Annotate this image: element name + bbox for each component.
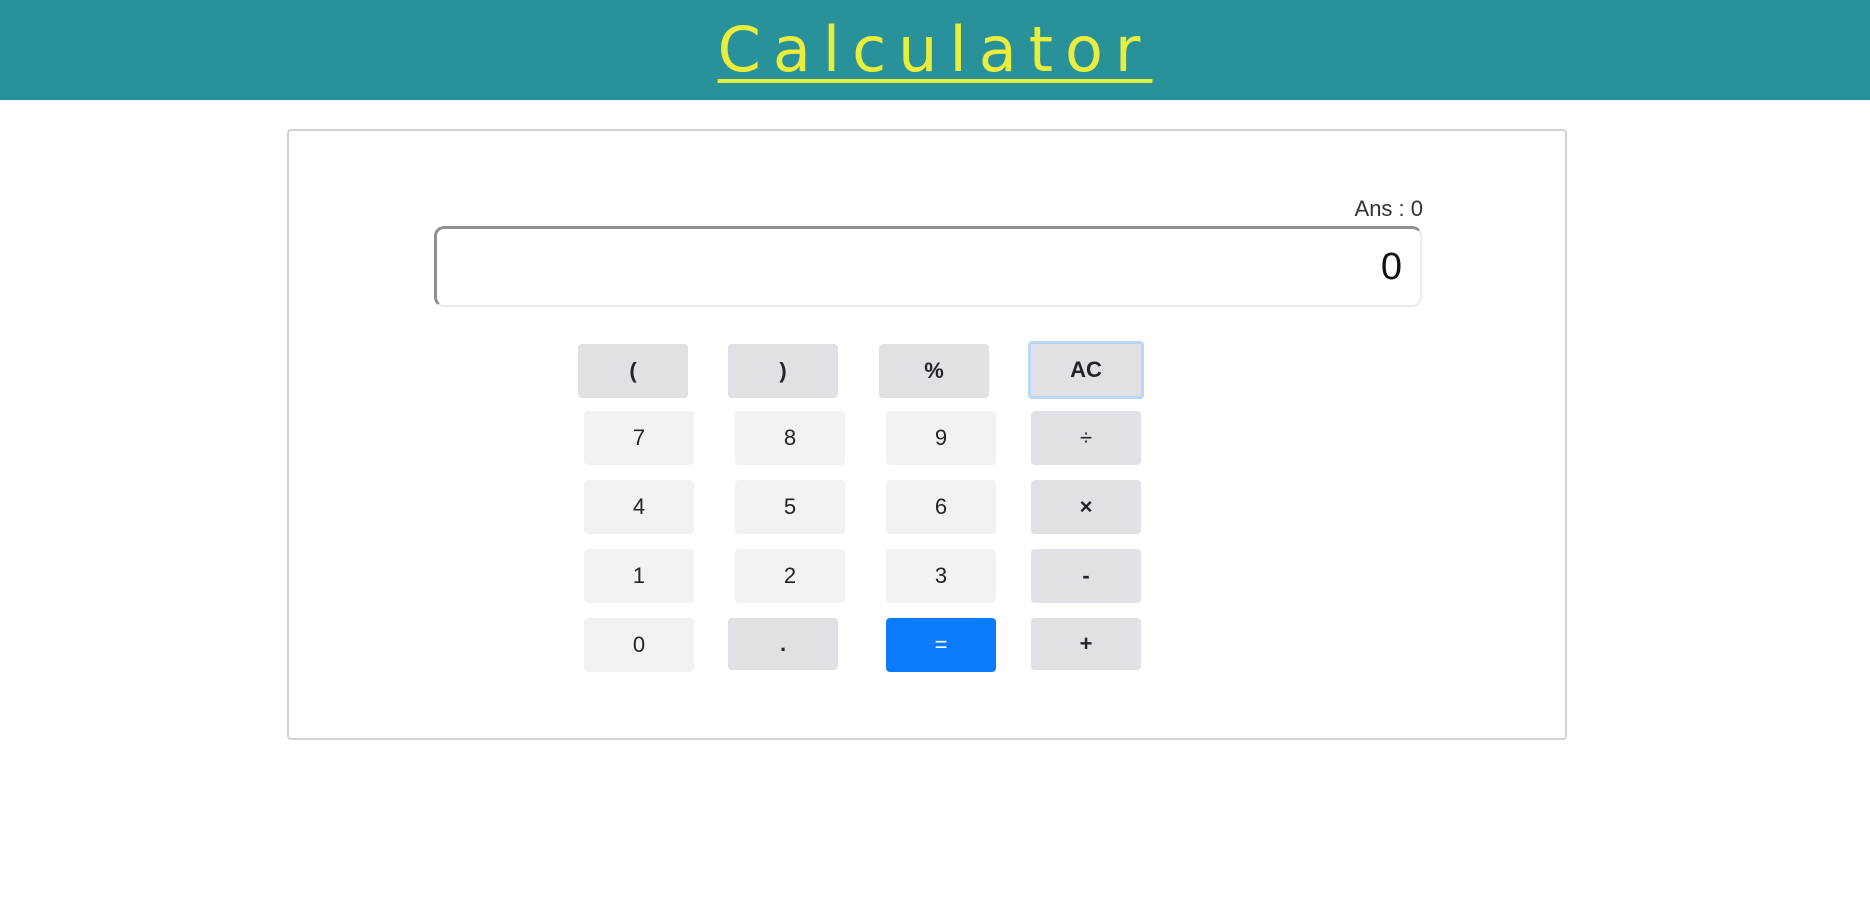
open-paren-button[interactable]: ( (578, 344, 688, 398)
multiply-button[interactable]: × (1031, 480, 1141, 534)
decimal-button[interactable]: . (728, 618, 838, 670)
calculator-display: 0 (434, 226, 1422, 307)
key-3-button[interactable]: 3 (886, 549, 996, 603)
key-4-button[interactable]: 4 (584, 480, 694, 534)
clear-button[interactable]: AC (1028, 341, 1144, 399)
page-title: Calculator (717, 12, 1153, 86)
key-9-button[interactable]: 9 (886, 411, 996, 465)
key-5-button[interactable]: 5 (735, 480, 845, 534)
divide-button[interactable]: ÷ (1031, 411, 1141, 465)
app-header: Calculator (0, 0, 1870, 100)
equals-button[interactable]: = (886, 618, 996, 672)
key-6-button[interactable]: 6 (886, 480, 996, 534)
key-7-button[interactable]: 7 (584, 411, 694, 465)
key-0-button[interactable]: 0 (584, 618, 694, 672)
ans-readout: Ans : 0 (1354, 196, 1423, 221)
percent-button[interactable]: % (879, 344, 989, 398)
display-value: 0 (1380, 245, 1402, 288)
key-8-button[interactable]: 8 (735, 411, 845, 465)
minus-button[interactable]: - (1031, 549, 1141, 603)
key-2-button[interactable]: 2 (735, 549, 845, 603)
close-paren-button[interactable]: ) (728, 344, 838, 398)
plus-button[interactable]: + (1031, 618, 1141, 670)
key-1-button[interactable]: 1 (584, 549, 694, 603)
